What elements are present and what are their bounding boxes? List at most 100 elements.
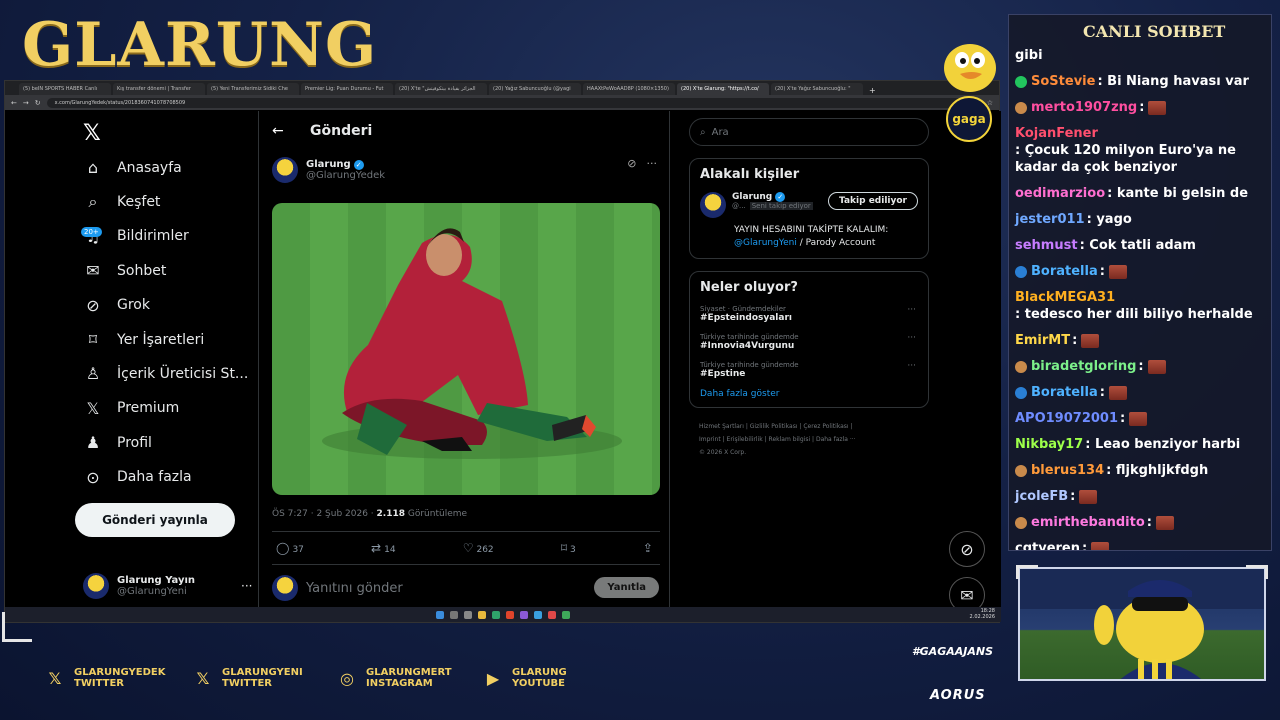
account-name: Glarung Yayın xyxy=(117,575,196,586)
like-action[interactable]: ♡ 262 xyxy=(463,541,494,555)
sidebar-item-label: Anasayfa xyxy=(117,159,182,176)
back-icon[interactable]: ← xyxy=(11,99,17,107)
avatar[interactable] xyxy=(700,192,726,218)
more-icon: ⊙ xyxy=(86,467,100,487)
chat-message: biradetgloring: xyxy=(1015,358,1267,375)
url-field[interactable]: x.com/GlarungYedek/status/20183607410787… xyxy=(46,97,981,108)
reply-action[interactable]: ◯ 37 xyxy=(276,541,304,555)
social-platform: TWITTER xyxy=(222,678,272,689)
sponsor-logo: AORUS xyxy=(930,688,986,703)
post-image[interactable] xyxy=(272,203,660,495)
search-input[interactable]: ⌕ Ara xyxy=(689,118,929,146)
social-handle: GLARUNGYENI xyxy=(222,667,303,678)
home-icon: ⌂ xyxy=(87,158,99,177)
reply-input[interactable]: Yanıtını gönder xyxy=(306,581,403,596)
chat-username: cgtyeren xyxy=(1015,541,1080,551)
sidebar-item-label: Premium xyxy=(117,400,180,417)
browser-tab[interactable]: (5) beIN SPORTS HABER Canlı xyxy=(19,83,111,95)
gaga-badge: gaga xyxy=(946,96,992,142)
search-icon[interactable] xyxy=(450,610,458,619)
edge-icon[interactable] xyxy=(492,610,500,619)
browser-tab[interactable]: (5) Yeni Transferimiz Sidiki Che xyxy=(207,83,299,95)
grok-icon[interactable]: ⊘ xyxy=(627,157,636,170)
mascot-icon xyxy=(944,44,996,92)
frame-corner xyxy=(2,612,32,642)
share-action[interactable]: ⇪ xyxy=(643,541,656,555)
repost-icon: ⇄ xyxy=(371,541,382,555)
trend-item[interactable]: Türkiye tarihinde gündemde #Innovia4Vurgu… xyxy=(700,333,918,351)
chat-emote-icon xyxy=(1079,489,1098,504)
bookmark-action[interactable]: ⌑ 3 xyxy=(561,541,576,555)
app-icon[interactable] xyxy=(548,610,556,619)
browser-tab[interactable]: HAAXtPeWoAAD8P (1080×1350) xyxy=(583,83,675,95)
chat-message: Boratella: xyxy=(1015,384,1267,401)
sidebar-item-search[interactable]: ⌕ Keşfet xyxy=(83,192,161,212)
reload-icon[interactable]: ↻ xyxy=(35,99,41,107)
sidebar-item-profile[interactable]: ♟ Profil xyxy=(83,433,152,452)
browser-tab[interactable]: Kış transfer dönemi | Transfer xyxy=(113,83,205,95)
more-dots-icon[interactable]: ··· xyxy=(907,361,916,371)
app-icon[interactable] xyxy=(520,610,528,619)
post-author[interactable]: Glarung ✓ @GlarungYedek xyxy=(272,157,385,183)
avatar[interactable] xyxy=(272,157,298,183)
search-placeholder: Ara xyxy=(711,126,729,138)
browser-tab[interactable]: (20) X'te Glarung: "https://t.co/ xyxy=(677,83,769,95)
sidebar-item-label: Bildirimler xyxy=(117,228,189,245)
browser-tab[interactable]: (20) Yağız Sabuncuoğlu (@yagi xyxy=(489,83,581,95)
x-icon: 𝕏 xyxy=(48,668,62,688)
bio-link[interactable]: @GlarungYeni xyxy=(734,238,797,248)
brave-icon[interactable] xyxy=(506,610,514,619)
view-count: 2.118 xyxy=(376,509,405,519)
browser-tab[interactable]: (20) X'te "الجزائر بقيادة بيتكوفيتش xyxy=(395,83,487,95)
repost-action[interactable]: ⇄ 14 xyxy=(371,541,396,555)
chat-username: oedimarzioo xyxy=(1015,186,1106,201)
card-title: Neler oluyor? xyxy=(700,280,798,295)
user-badge-icon xyxy=(1015,360,1027,373)
more-dots-icon[interactable]: ··· xyxy=(907,305,916,315)
mascot-webcam-illustration xyxy=(1020,569,1264,679)
chat-username: blerus134 xyxy=(1031,463,1105,478)
show-more-link[interactable]: Daha fazla göster xyxy=(700,389,918,399)
sidebar-item-x[interactable]: 𝕏 Premium xyxy=(83,399,180,418)
sidebar-item-mail[interactable]: ✉ Sohbet xyxy=(83,261,166,280)
x-footer: Hizmet Şartları | Gizlilik Politikası | … xyxy=(699,423,856,456)
sidebar-item-creator[interactable]: ♙ İçerik Üreticisi St... xyxy=(83,364,248,383)
x-logo-icon[interactable]: 𝕏 xyxy=(83,121,101,146)
browser-tab[interactable]: (20) X'te Yağız Sabuncuoğlu: " xyxy=(771,83,863,95)
app-icon[interactable] xyxy=(534,610,542,619)
chat-message: blerus134: fljkghljkfdgh xyxy=(1015,462,1267,479)
chat-username: Boratella xyxy=(1031,264,1098,279)
folder-icon[interactable] xyxy=(478,610,486,619)
live-chat-panel: CANLI SOHBET gibi SoStevie: Bi Niang hava… xyxy=(1008,14,1272,551)
social-handle: GLARUNGMERT xyxy=(366,667,452,678)
more-dots-icon[interactable]: ··· xyxy=(241,579,252,593)
reply-icon: ◯ xyxy=(276,541,290,555)
more-dots-icon[interactable]: ··· xyxy=(907,333,916,343)
more-dots-icon[interactable]: ··· xyxy=(647,157,658,170)
chat-text: : xyxy=(1146,515,1152,530)
chat-text: : xyxy=(1138,359,1144,374)
sidebar-item-label: İçerik Üreticisi St... xyxy=(117,365,249,382)
forward-icon[interactable]: → xyxy=(23,99,29,107)
profile-icon: ♟ xyxy=(85,433,101,453)
chat-message: EmirMT: xyxy=(1015,332,1267,349)
trend-item[interactable]: Türkiye tarihinde gündemde #Epstine ··· xyxy=(700,361,918,379)
following-button[interactable]: Takip ediliyor xyxy=(828,192,918,210)
reply-button[interactable]: Yanıtla xyxy=(594,577,659,598)
post-button[interactable]: Gönderi yayınla xyxy=(75,503,235,537)
account-switcher[interactable]: Glarung Yayın @GlarungYeni ··· xyxy=(83,573,252,599)
taskview-icon[interactable] xyxy=(464,610,472,619)
grok-fab-icon[interactable]: ⊘ xyxy=(949,531,985,567)
sidebar-item-more[interactable]: ⊙ Daha fazla xyxy=(83,467,191,487)
back-arrow-icon[interactable]: ← xyxy=(272,123,284,139)
browser-tab[interactable]: Premier Lig: Puan Durumu - Fut xyxy=(301,83,393,95)
chrome-icon[interactable] xyxy=(562,610,570,619)
sidebar-item-grok[interactable]: ⊘ Grok xyxy=(83,296,150,315)
new-tab-icon[interactable]: + xyxy=(865,86,880,95)
chat-emote-icon xyxy=(1155,515,1174,530)
start-icon[interactable] xyxy=(436,610,444,619)
trend-item[interactable]: Siyaset · Gündemdekiler #Epsteindosyaları… xyxy=(700,305,918,323)
card-title: Alakalı kişiler xyxy=(700,167,800,182)
sidebar-item-bookmark[interactable]: ⌑ Yer İşaretleri xyxy=(83,330,204,349)
sidebar-item-home[interactable]: ⌂ Anasayfa xyxy=(83,158,182,177)
